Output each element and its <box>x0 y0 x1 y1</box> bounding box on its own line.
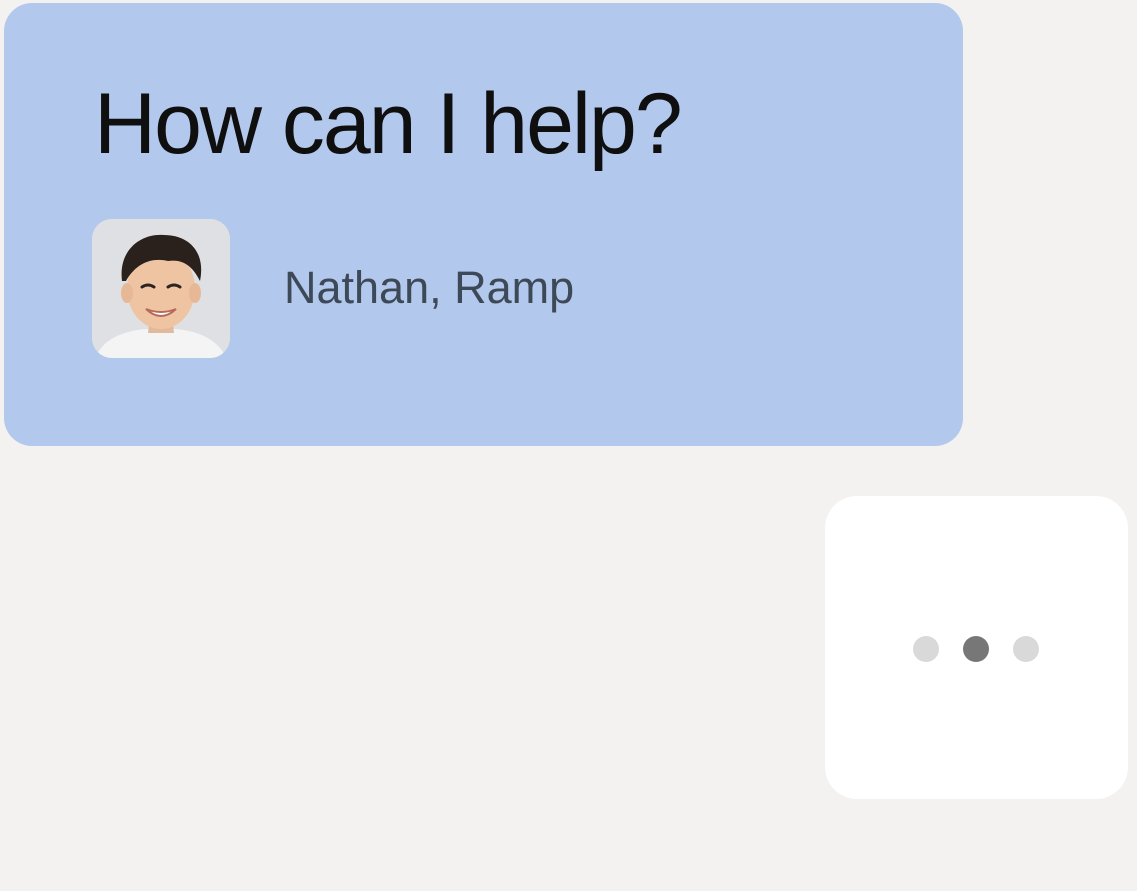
typing-dot-active <box>963 636 989 662</box>
typing-indicator-card <box>825 496 1128 799</box>
person-photo-icon <box>92 219 230 358</box>
headline: How can I help? <box>94 76 683 172</box>
message-card: How can I help? Nathan, Ramp <box>4 3 963 446</box>
typing-dot <box>913 636 939 662</box>
typing-indicator <box>913 636 1039 662</box>
agent-name: Nathan, Ramp <box>284 262 575 313</box>
typing-dot <box>1013 636 1039 662</box>
agent-avatar <box>92 219 230 358</box>
